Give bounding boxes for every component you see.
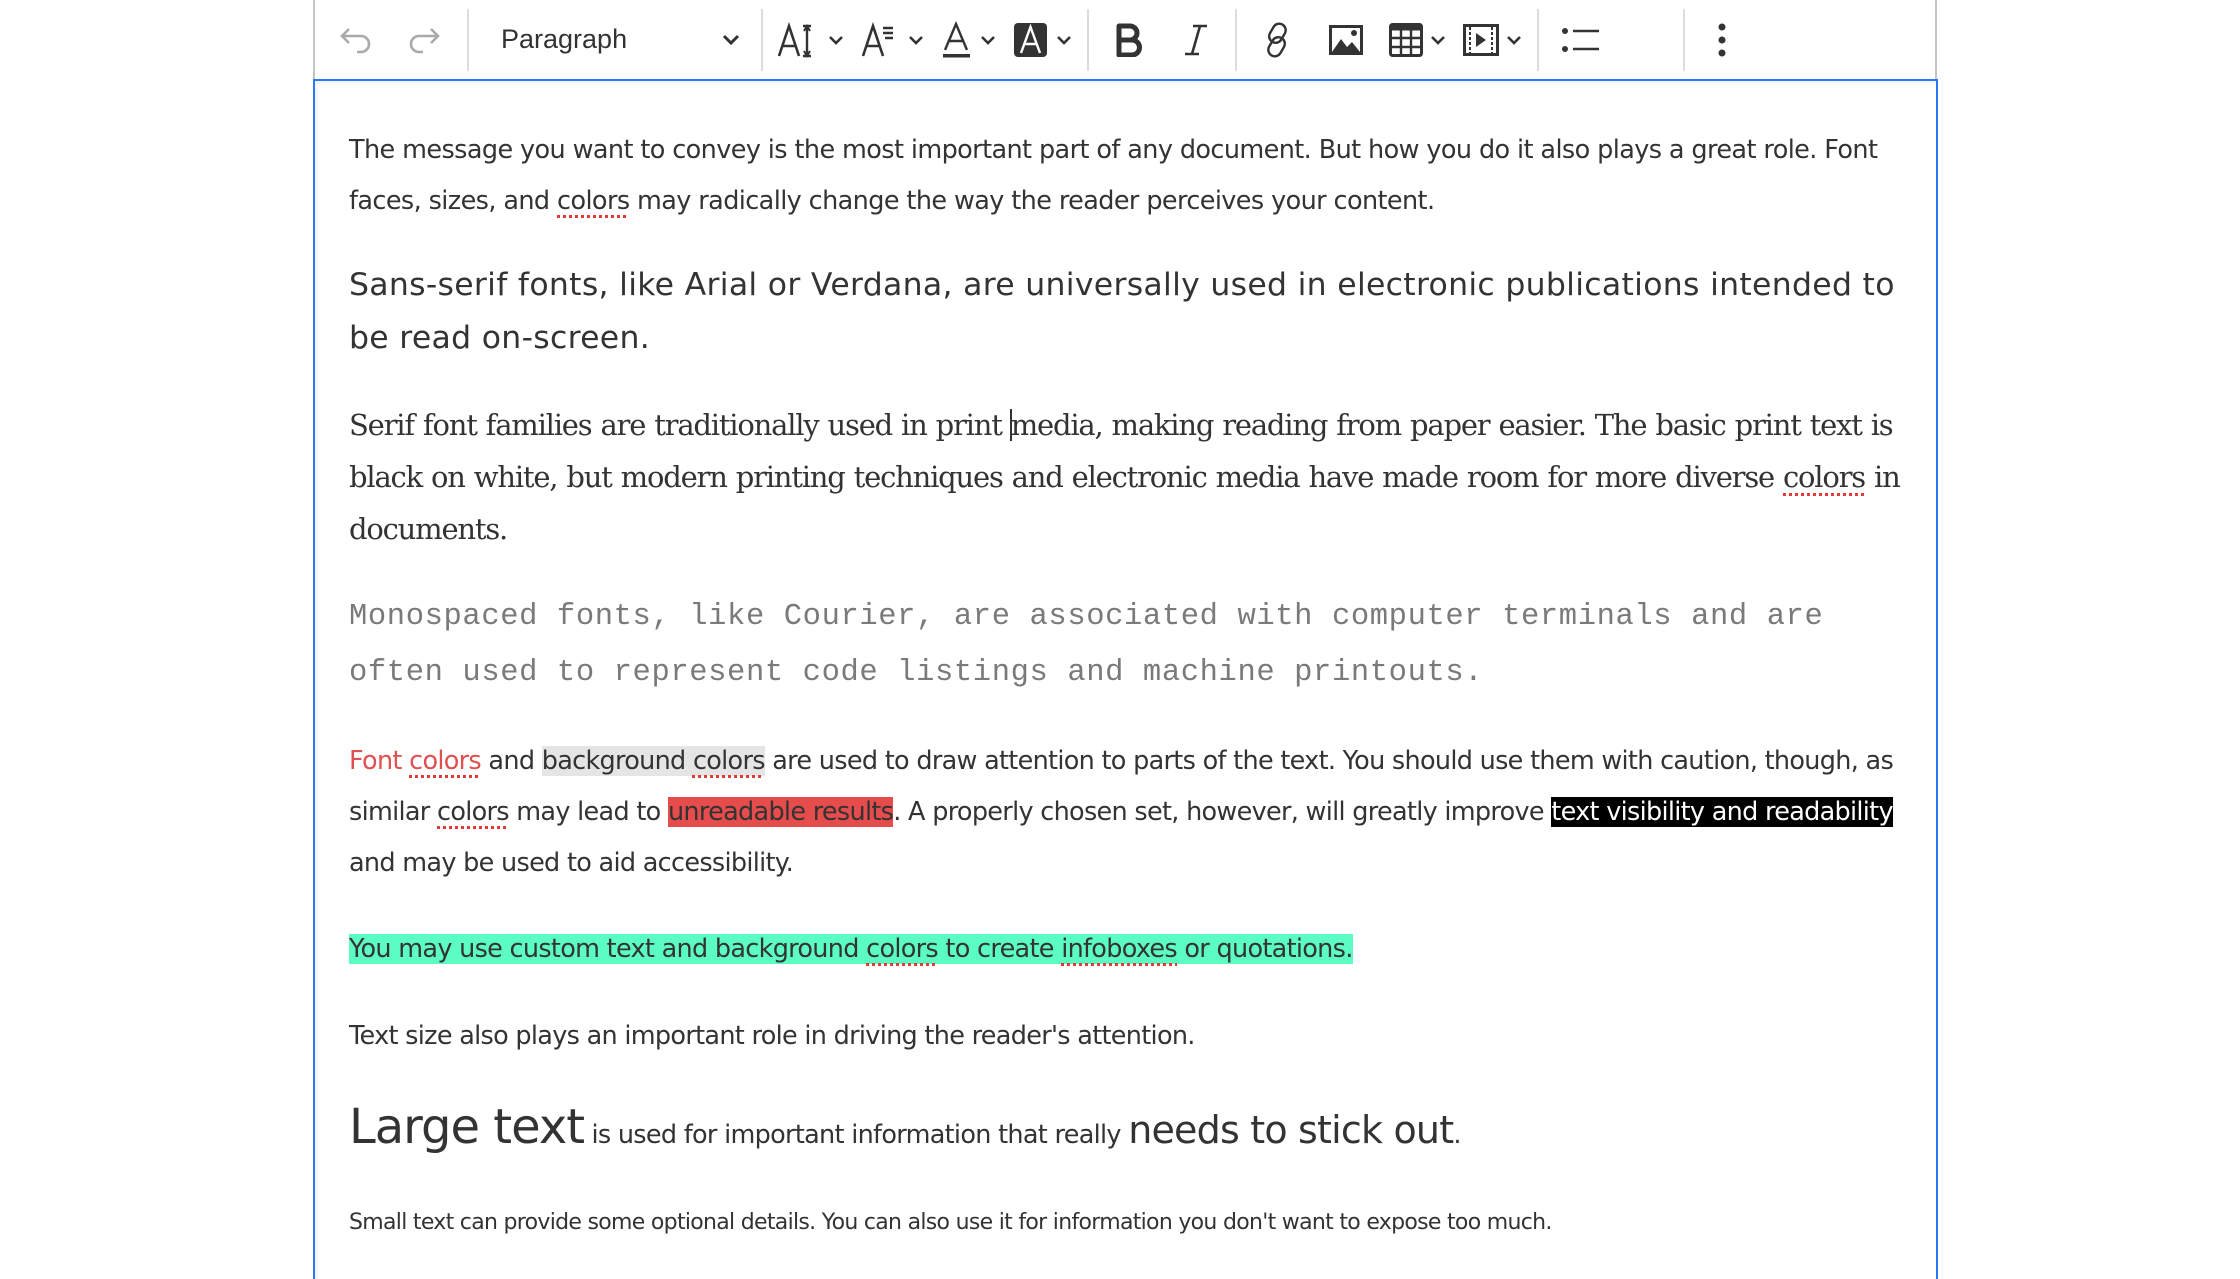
- link-button[interactable]: [1243, 12, 1311, 68]
- font-size-icon: [777, 21, 811, 58]
- paragraph-text-size: Text size also plays an important role i…: [349, 1021, 1195, 1051]
- text-run: .: [1453, 1120, 1461, 1150]
- red-font-text: Font colors: [349, 746, 482, 776]
- italic-button[interactable]: [1163, 12, 1229, 68]
- undo-button[interactable]: [329, 12, 381, 68]
- toolbar-separator: [761, 8, 763, 71]
- text-run: and may be used to aid accessibility.: [349, 848, 794, 878]
- misspelled-word[interactable]: colors: [866, 934, 939, 964]
- paragraph-serif: Serif font families are traditionally us…: [349, 399, 1909, 555]
- bulleted-list-button[interactable]: [1545, 12, 1617, 68]
- text-run: may radically change the way the reader …: [629, 186, 1435, 216]
- paragraph-sans-serif: Sans-serif fonts, like Arial or Verdana,…: [349, 267, 1895, 356]
- text-run: Serif font families are traditionally us…: [349, 408, 1011, 442]
- font-background-color-icon: [1014, 22, 1047, 57]
- chevron-down-icon: [1431, 35, 1445, 45]
- misspelled-word[interactable]: colors: [1783, 460, 1866, 494]
- misspelled-word[interactable]: colors: [437, 797, 510, 827]
- italic-icon: [1185, 24, 1207, 55]
- green-background-text: You may use custom text and background c…: [349, 934, 1353, 964]
- paragraph-intro: The message you want to convey is the mo…: [349, 125, 1909, 227]
- show-more-items-button[interactable]: [1691, 12, 1753, 68]
- medium-text: needs to stick out: [1128, 1108, 1454, 1152]
- insert-table-dropdown[interactable]: [1381, 12, 1455, 68]
- redo-icon: [409, 27, 440, 53]
- text-run: . A properly chosen set, however, will g…: [893, 797, 1552, 827]
- toolbar-separator: [1683, 8, 1685, 71]
- text-run: is used for important information that r…: [584, 1120, 1129, 1150]
- paragraph-infobox: You may use custom text and background c…: [349, 924, 1909, 975]
- heading-dropdown-value: Paragraph: [501, 24, 628, 54]
- insert-image-button[interactable]: [1311, 12, 1381, 68]
- text-run: background: [541, 746, 693, 776]
- paragraph-colors: Font colors and background colors are us…: [349, 736, 1909, 889]
- chevron-down-icon: [1507, 35, 1521, 45]
- red-background-text: unreadable results: [667, 797, 894, 827]
- chevron-down-icon: [981, 35, 995, 45]
- grey-background-text: background colors: [541, 746, 766, 776]
- paragraph-small-text: Small text can provide some optional det…: [349, 1210, 1552, 1235]
- table-icon: [1389, 22, 1423, 57]
- misspelled-word[interactable]: colors: [693, 746, 766, 776]
- chevron-down-icon: [909, 35, 923, 45]
- font-size-dropdown[interactable]: [769, 12, 853, 68]
- bold-button[interactable]: [1095, 12, 1163, 68]
- font-background-color-dropdown[interactable]: [1005, 12, 1081, 68]
- font-color-dropdown[interactable]: [933, 12, 1005, 68]
- redo-button[interactable]: [399, 12, 451, 68]
- bulleted-list-icon: [1562, 27, 1599, 52]
- font-family-dropdown[interactable]: [853, 12, 933, 68]
- toolbar-separator: [1537, 8, 1539, 71]
- toolbar-separator: [1235, 8, 1237, 71]
- misspelled-word[interactable]: colors: [409, 746, 482, 776]
- text-run: and: [481, 746, 542, 776]
- heading-dropdown[interactable]: Paragraph: [475, 12, 755, 68]
- toolbar-separator: [467, 8, 469, 71]
- font-family-icon: [861, 21, 893, 56]
- more-vertical-icon: [1718, 23, 1726, 56]
- large-text: Large text: [349, 1099, 585, 1155]
- text-run: to create: [938, 934, 1062, 964]
- insert-media-dropdown[interactable]: [1455, 12, 1531, 68]
- undo-icon: [340, 27, 371, 53]
- paragraph-large-text: Large text is used for important informa…: [349, 1091, 1909, 1171]
- text-run: Font: [349, 746, 410, 776]
- image-icon: [1329, 24, 1363, 55]
- black-background-text: text visibility and readability: [1551, 797, 1894, 827]
- toolbar-separator: [1087, 8, 1089, 71]
- editor-toolbar: Paragraph: [313, 0, 1937, 79]
- text-run: may lead to: [508, 797, 668, 827]
- chevron-down-icon: [1057, 35, 1071, 45]
- misspelled-word[interactable]: infoboxes: [1061, 934, 1178, 964]
- bold-icon: [1116, 23, 1142, 57]
- link-icon: [1267, 22, 1287, 57]
- text-run: or quotations.: [1177, 934, 1353, 964]
- chevron-down-icon: [722, 34, 740, 45]
- media-icon: [1463, 23, 1499, 56]
- editor-content-area[interactable]: The message you want to convey is the mo…: [313, 79, 1938, 1279]
- font-color-icon: [943, 20, 970, 57]
- misspelled-word[interactable]: colors: [557, 186, 630, 216]
- paragraph-monospace: Monospaced fonts, like Courier, are asso…: [349, 600, 1824, 690]
- text-run: You may use custom text and background: [349, 934, 867, 964]
- chevron-down-icon: [829, 35, 843, 45]
